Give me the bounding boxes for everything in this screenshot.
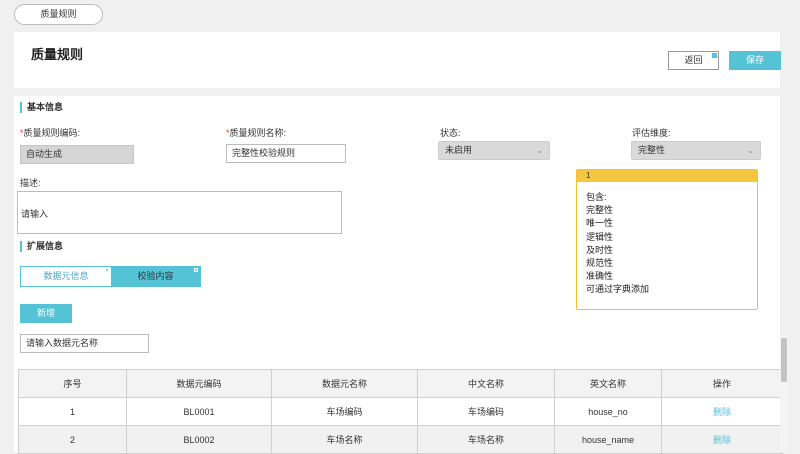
table-header-row: 序号 数据元编码 数据元名称 中文名称 英文名称 操作 [18, 369, 783, 398]
data-element-table: 序号 数据元编码 数据元名称 中文名称 英文名称 操作 1 BL0001 车场编… [18, 369, 783, 454]
dimension-label: 评估维度: [632, 128, 671, 138]
desc-placeholder: 请输入 [21, 209, 49, 219]
cell-cn-name: 车场编码 [417, 397, 555, 426]
data-element-search-input[interactable]: 请输入数据元名称 [20, 334, 149, 353]
corner-dot-icon [712, 53, 717, 58]
table-row: 2 BL0002 车场名称 车场名称 house_name 删除 [18, 425, 783, 454]
desc-label: 描述: [20, 178, 41, 188]
cell-name: 车场名称 [271, 425, 418, 454]
cell-en-name: house_no [554, 397, 662, 426]
column-header: 序号 [18, 369, 127, 398]
tooltip-line: 规范性 [586, 258, 614, 269]
corner-dot-icon [194, 268, 198, 272]
table-row: 1 BL0001 车场编码 车场编码 house_no 删除 [18, 397, 783, 426]
delete-link[interactable]: 删除 [713, 407, 731, 417]
tab-check-content[interactable]: 校验内容 [111, 267, 200, 286]
column-header: 英文名称 [554, 369, 662, 398]
tooltip-line: 逻辑性 [586, 231, 614, 242]
name-label-text: 质量规则名称: [229, 128, 287, 138]
tooltip-line: 完整性 [586, 205, 614, 216]
chevron-down-icon: ⌄ [536, 146, 543, 155]
tab-label: 数据元信息 [43, 271, 89, 281]
cell-action: 删除 [661, 397, 783, 426]
dimension-select-value: 完整性 [638, 145, 666, 155]
back-button[interactable]: 返回 [668, 51, 719, 70]
cell-code: BL0001 [126, 397, 272, 426]
column-header: 数据元名称 [271, 369, 418, 398]
name-label: *质量规则名称: [226, 126, 286, 139]
status-label: 状态: [440, 128, 461, 138]
cell-index: 2 [18, 425, 127, 454]
chevron-down-icon: ⌄ [747, 146, 754, 155]
corner-dot-icon [105, 268, 109, 272]
page-title: 质量规则 [31, 47, 84, 62]
tab-label: 校验内容 [137, 271, 174, 281]
basic-info-section-title: 基本信息 [20, 102, 63, 113]
vertical-scrollbar[interactable] [780, 336, 788, 452]
name-field[interactable]: 完整性校验规则 [226, 144, 346, 163]
scrollbar-thumb[interactable] [781, 338, 787, 382]
cell-name: 车场编码 [271, 397, 418, 426]
ext-info-section-title: 扩展信息 [20, 241, 63, 252]
cell-index: 1 [18, 397, 127, 426]
tooltip-line: 准确性 [586, 271, 614, 282]
tooltip-line: 包含: [586, 192, 607, 202]
tab-data-element-info[interactable]: 数据元信息 [21, 267, 111, 286]
tab-group: 数据元信息 校验内容 [20, 266, 201, 287]
back-button-label: 返回 [684, 55, 703, 65]
code-label-text: 质量规则编码: [23, 128, 81, 138]
status-select[interactable]: 未启用 ⌄ [438, 141, 550, 160]
dimension-select[interactable]: 完整性 ⌄ [631, 141, 761, 160]
delete-link[interactable]: 删除 [713, 435, 731, 445]
cell-en-name: house_name [554, 425, 662, 454]
desc-textarea[interactable]: 请输入 [17, 191, 342, 234]
tooltip-line: 可通过字典添加 [586, 284, 650, 295]
column-header: 中文名称 [417, 369, 555, 398]
tooltip-line: 及时性 [586, 244, 614, 255]
add-button[interactable]: 新增 [20, 304, 72, 323]
dimension-tooltip: 1 包含: 完整性 唯一性 逻辑性 及时性 规范性 准确性 可通过字典添加 [576, 169, 758, 310]
cell-code: BL0002 [126, 425, 272, 454]
status-select-value: 未启用 [445, 145, 473, 155]
window-tab[interactable]: 质量规则 [14, 4, 103, 25]
cell-action: 删除 [661, 425, 783, 454]
tooltip-header: 1 [577, 170, 757, 182]
tooltip-line: 唯一性 [586, 218, 614, 229]
column-header: 数据元编码 [126, 369, 272, 398]
column-header: 操作 [661, 369, 783, 398]
tooltip-body: 包含: 完整性 唯一性 逻辑性 及时性 规范性 准确性 可通过字典添加 [577, 182, 757, 297]
code-label: *质量规则编码: [20, 126, 80, 139]
code-field: 自动生成 [20, 145, 134, 164]
save-button[interactable]: 保存 [729, 51, 781, 70]
cell-cn-name: 车场名称 [417, 425, 555, 454]
header-panel [14, 32, 780, 88]
